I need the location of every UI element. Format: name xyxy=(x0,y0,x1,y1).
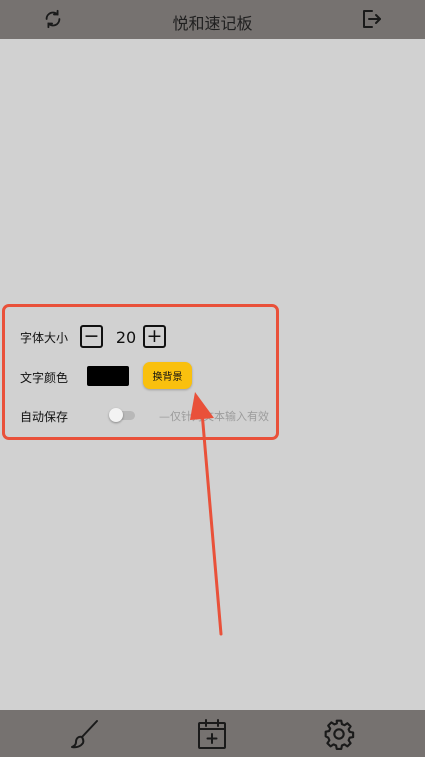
gear-icon[interactable] xyxy=(322,717,356,751)
font-size-value: 20 xyxy=(115,328,137,347)
font-size-label: 字体大小 xyxy=(20,331,69,345)
settings-panel-highlight: 字体大小 − 20 + 文字颜色 换背景 自动保存 —仅针对文本输入有效 xyxy=(2,304,279,440)
logout-icon[interactable] xyxy=(358,6,384,32)
autosave-hint: —仅针对文本输入有效 xyxy=(159,410,269,423)
calendar-add-icon[interactable] xyxy=(195,717,229,751)
text-color-label: 文字颜色 xyxy=(20,371,69,385)
autosave-toggle[interactable] xyxy=(109,408,135,422)
brush-icon[interactable] xyxy=(68,717,102,751)
bottom-bar xyxy=(0,710,425,757)
change-background-button[interactable]: 换背景 xyxy=(143,362,192,389)
font-size-increase-button[interactable]: + xyxy=(143,325,166,348)
font-size-decrease-button[interactable]: − xyxy=(80,325,103,348)
autosave-label: 自动保存 xyxy=(20,410,69,424)
top-bar: 悦和速记板 xyxy=(0,0,425,39)
text-color-swatch[interactable] xyxy=(87,366,129,386)
toggle-knob xyxy=(109,408,123,422)
